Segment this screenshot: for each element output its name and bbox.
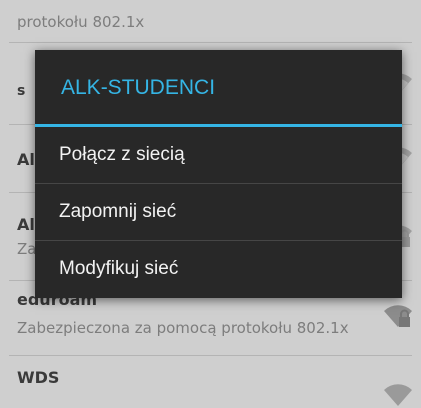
network-name-partial: s — [17, 83, 26, 99]
network-name: WDS — [17, 368, 60, 387]
network-options-dialog: ALK-STUDENCI Połącz z siecią Zapomnij si… — [35, 50, 402, 298]
modify-network-option[interactable]: Modyfikuj sieć — [35, 241, 402, 297]
network-name-partial: Al — [17, 215, 35, 234]
list-item[interactable]: protokołu 802.1x — [0, 0, 421, 43]
network-security-text: protokołu 802.1x — [17, 13, 145, 31]
dialog-title: ALK-STUDENCI — [61, 76, 216, 99]
network-security-text: Zabezpieczona za pomocą protokołu 802.1x — [17, 319, 349, 337]
connect-to-network-option[interactable]: Połącz z siecią — [35, 127, 402, 183]
wifi-icon — [384, 384, 412, 406]
forget-network-option[interactable]: Zapomnij sieć — [35, 184, 402, 240]
network-name-partial: Al — [17, 150, 35, 169]
network-security-partial: Za — [17, 240, 37, 258]
list-item[interactable]: WDS — [0, 356, 421, 406]
wifi-locked-icon — [384, 305, 412, 327]
